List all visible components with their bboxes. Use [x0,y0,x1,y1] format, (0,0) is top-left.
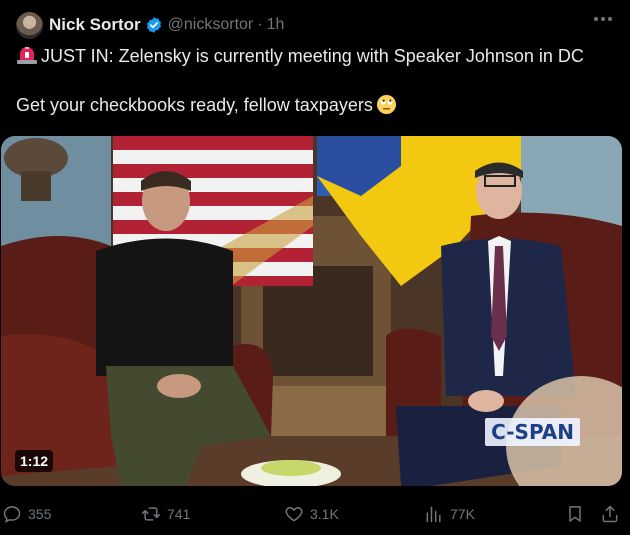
face-with-rolling-eyes-icon [376,94,396,115]
bookmark-button[interactable] [565,502,591,526]
avatar[interactable] [16,12,43,39]
bookmark-icon [569,506,581,522]
repost-icon [141,507,161,521]
view-count: 77K [450,506,475,522]
analytics-icon [426,506,441,523]
tweet[interactable]: Nick Sortor @nicksortor · 1h JUST IN: Ze… [0,0,630,535]
repost-button[interactable]: 741 [141,502,190,526]
tweet-text-1: JUST IN: Zelensky is currently meeting w… [41,46,584,66]
tweet-text-2: Get your checkbooks ready, fellow taxpay… [16,95,373,115]
tweet-text-line-2: Get your checkbooks ready, fellow taxpay… [16,93,397,117]
like-count: 3.1K [310,506,339,522]
police-car-light-icon [17,47,37,64]
author-handle[interactable]: @nicksortor [168,16,254,34]
network-watermark: C-SPAN [485,418,580,446]
more-options-button[interactable] [590,8,616,30]
more-icon [594,17,612,21]
tweet-header: Nick Sortor @nicksortor · 1h [49,14,284,36]
video-duration: 1:12 [15,450,54,472]
reply-button[interactable]: 355 [2,502,51,526]
action-bar: 355 741 3.1K 77K [0,500,630,530]
tweet-text-line-1: JUST IN: Zelensky is currently meeting w… [16,44,584,68]
heart-icon [285,507,303,522]
verified-badge-icon [146,17,161,33]
reply-icon [3,506,21,523]
like-button[interactable]: 3.1K [284,502,339,526]
separator-dot: · [257,16,263,33]
video-player[interactable]: 1:12 C-SPAN [1,136,622,486]
views-button[interactable]: 77K [424,502,475,526]
share-icon [602,505,618,523]
reply-count: 355 [28,506,52,522]
repost-count: 741 [167,506,191,522]
timestamp[interactable]: 1h [267,16,285,34]
author-name[interactable]: Nick Sortor [49,15,141,35]
share-button[interactable] [600,502,626,526]
